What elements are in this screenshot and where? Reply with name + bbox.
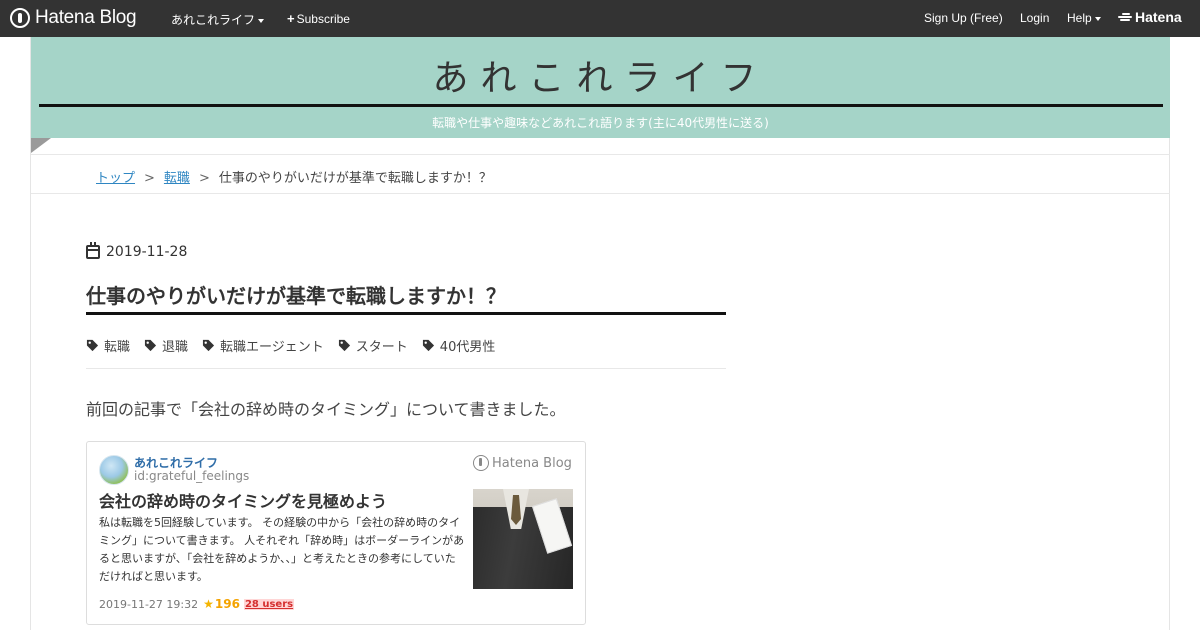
help-label: Help — [1067, 11, 1092, 25]
login-link[interactable]: Login — [1020, 11, 1049, 25]
breadcrumb-current: 仕事のやりがいだけが基準で転職しますか！？ — [218, 171, 492, 186]
subscribe-label: Subscribe — [296, 12, 350, 26]
title-divider — [39, 104, 1163, 107]
tag-icon — [422, 339, 434, 352]
tag-label: 退職 — [162, 340, 189, 355]
tag-link[interactable]: 退職 — [144, 336, 188, 355]
blog-description: 転職や仕事や趣味などあれこれ語ります(主に40代男性に送る) — [432, 116, 769, 130]
tag-label: 転職エージェント — [220, 340, 324, 355]
entry-intro-text: 前回の記事で「会社の辞め時のタイミング」について書きました。 — [86, 400, 566, 419]
embedded-blog-card[interactable]: あれこれライフ id:grateful_feelings Hatena Blog… — [86, 441, 586, 625]
card-bookmark-users[interactable]: 28 users — [243, 598, 295, 610]
tag-label: スタート — [355, 340, 408, 355]
global-header: Hatena Blog あれこれライフ + Subscribe Sign Up (… — [0, 0, 1200, 37]
help-dropdown[interactable]: Help — [1067, 11, 1101, 25]
tag-link[interactable]: 40代男性 — [422, 336, 496, 355]
card-summary: 私は転職を5回経験しています。 その経験の中から「会社の辞め時のタイミング」につ… — [99, 516, 465, 583]
breadcrumb-separator: > — [198, 171, 210, 186]
card-meta: 2019-11-27 19:32 ★ 196 28 users — [99, 597, 295, 611]
card-star-count[interactable]: 196 — [215, 597, 240, 611]
tag-icon — [202, 339, 215, 352]
entry-title-divider — [86, 312, 726, 315]
breadcrumb-top-link[interactable]: トップ — [96, 171, 135, 186]
card-thumbnail[interactable] — [473, 489, 573, 589]
hatena-blog-logo[interactable]: Hatena Blog — [10, 6, 137, 30]
tag-icon — [86, 339, 99, 352]
entry-date[interactable]: 2019-11-28 — [86, 242, 188, 260]
hatena-blog-logo-icon — [473, 455, 489, 471]
corner-fold-decoration — [31, 138, 51, 153]
breadcrumb: トップ > 転職 > 仕事のやりがいだけが基準で転職しますか！？ — [96, 167, 492, 186]
tag-label: 40代男性 — [439, 340, 496, 355]
hatena-logo[interactable]: Hatena — [1118, 9, 1182, 25]
breadcrumb-category-link[interactable]: 転職 — [164, 171, 190, 186]
blog-menu-dropdown[interactable]: あれこれライフ — [171, 11, 265, 28]
entry-date-text: 2019-11-28 — [106, 244, 188, 260]
tag-link[interactable]: 転職エージェント — [202, 336, 324, 355]
blog-menu-label: あれこれライフ — [171, 13, 256, 27]
card-brand-text: Hatena Blog — [492, 455, 572, 471]
card-title[interactable]: 会社の辞め時のタイミングを見極めよう — [99, 488, 387, 512]
calendar-icon — [86, 242, 100, 259]
card-user-id: id:grateful_feelings — [134, 469, 250, 483]
tags-divider — [86, 368, 726, 369]
blog-header: あれこれライフ 転職や仕事や趣味などあれこれ語ります(主に40代男性に送る) — [31, 37, 1170, 138]
avatar[interactable] — [99, 455, 129, 485]
hatena-blog-logo-icon — [10, 8, 30, 28]
subscribe-button[interactable]: + Subscribe — [287, 11, 350, 26]
card-hatena-blog-logo[interactable]: Hatena Blog — [473, 455, 572, 471]
hatena-brand-text: Hatena — [1135, 9, 1182, 25]
card-date: 2019-11-27 19:32 — [99, 597, 199, 611]
chevron-down-icon — [258, 18, 265, 23]
blog-title[interactable]: あれこれライフ — [31, 49, 1170, 101]
tag-label: 転職 — [104, 340, 131, 355]
signup-link[interactable]: Sign Up (Free) — [924, 11, 1003, 25]
tag-icon — [144, 339, 157, 352]
star-icon: ★ — [203, 597, 214, 611]
plus-icon: + — [287, 11, 295, 26]
tag-link[interactable]: スタート — [338, 336, 408, 355]
logo-text: Hatena Blog — [35, 7, 137, 28]
blog-container: あれこれライフ 転職や仕事や趣味などあれこれ語ります(主に40代男性に送る) ト… — [30, 37, 1170, 630]
tag-icon — [338, 339, 350, 352]
entry-title[interactable]: 仕事のやりがいだけが基準で転職しますか！？ — [86, 280, 726, 309]
breadcrumb-separator: > — [144, 171, 155, 186]
chevron-down-icon — [1094, 16, 1101, 21]
breadcrumb-bar: トップ > 転職 > 仕事のやりがいだけが基準で転職しますか！？ — [31, 154, 1170, 194]
hatena-lines-icon — [1118, 12, 1132, 22]
entry-tags: 転職 退職 転職エージェント スタート 40代男性 — [86, 336, 509, 355]
tag-link[interactable]: 転職 — [86, 336, 130, 355]
